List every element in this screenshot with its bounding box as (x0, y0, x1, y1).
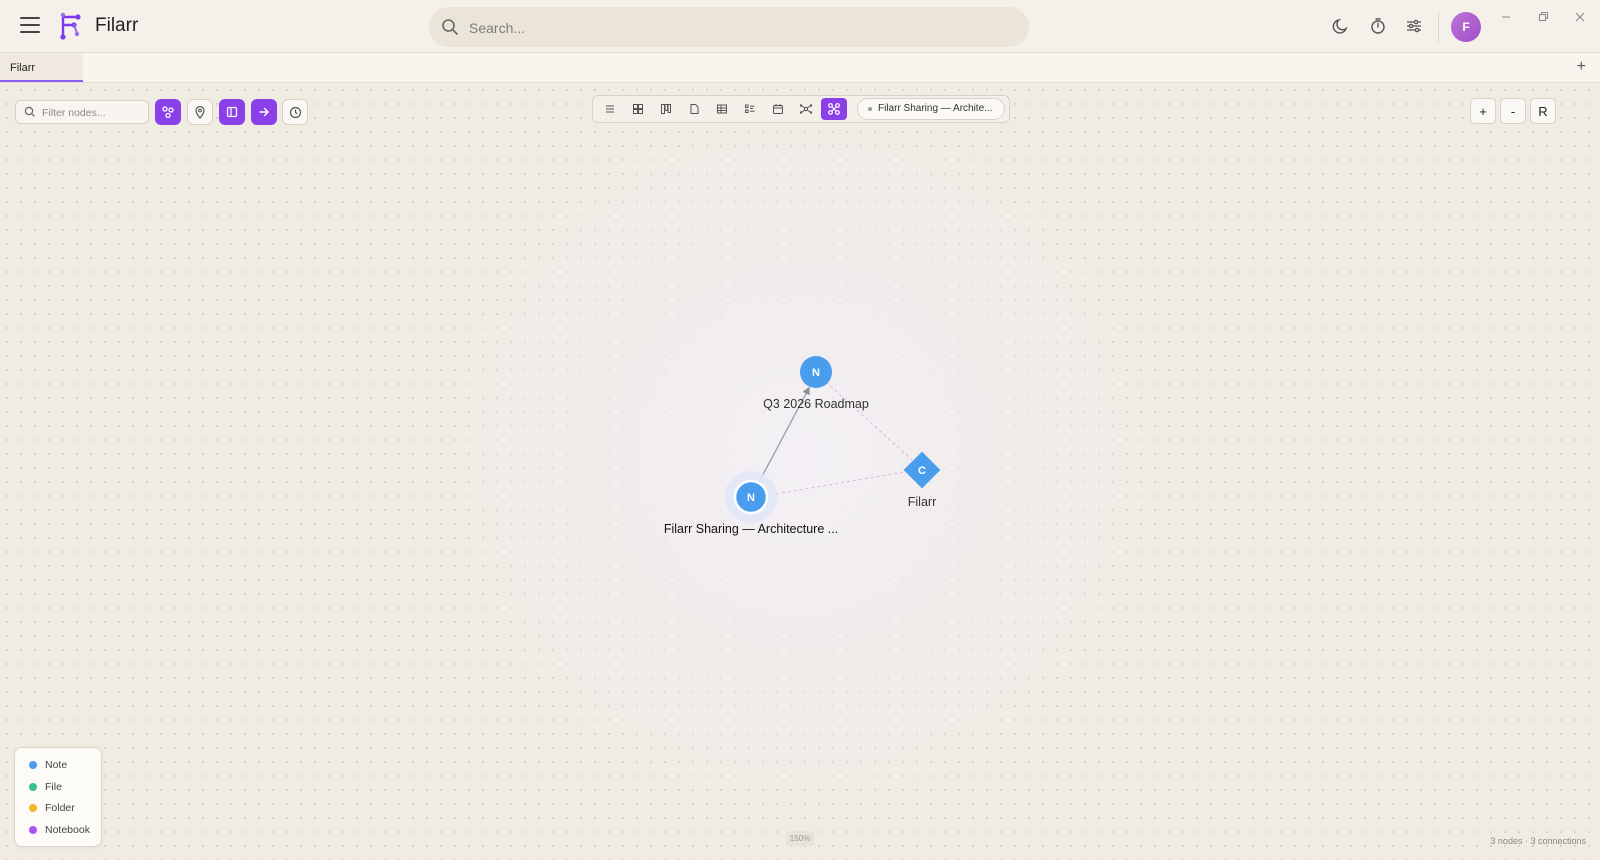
title-bar: Filarr F (0, 0, 1600, 53)
legend-label: Note (45, 759, 68, 771)
app-title: Filarr (95, 15, 139, 36)
document-icon (690, 104, 699, 114)
menu-icon[interactable] (20, 17, 40, 35)
search-icon (24, 106, 35, 117)
node-label-roadmap[interactable]: Q3 2026 Roadmap (763, 397, 869, 411)
legend-dot-icon (29, 825, 37, 834)
view-checklist-button[interactable] (739, 99, 761, 119)
zoom-in-button[interactable]: + (1470, 98, 1496, 124)
graph-stats: 3 nodes · 3 connections (1490, 836, 1586, 846)
legend-dot-icon (29, 761, 37, 769)
zoom-level-indicator: 150% (786, 831, 814, 846)
table-icon (717, 104, 727, 114)
timer-icon[interactable] (1369, 17, 1389, 37)
view-mindmap-button[interactable] (795, 99, 817, 119)
restore-icon[interactable] (1536, 10, 1556, 26)
location-pin-button[interactable] (187, 99, 213, 125)
legend-label: File (45, 780, 62, 793)
legend-dot-icon (29, 782, 37, 791)
legend-dot-icon (29, 804, 37, 812)
search-input[interactable] (467, 7, 1011, 49)
sidebar-panel-icon (226, 106, 238, 118)
user-avatar[interactable]: F (1451, 12, 1481, 42)
toolbar-divider (1438, 12, 1439, 42)
node-type-legend: Note File Folder Notebook (14, 747, 102, 847)
view-table-button[interactable] (711, 99, 733, 119)
legend-label: Folder (45, 802, 75, 814)
breadcrumb-label: Filarr Sharing — Archite... (878, 103, 993, 114)
legend-label: Notebook (45, 823, 90, 836)
view-graph-button[interactable] (821, 98, 847, 120)
filter-nodes-input[interactable] (40, 101, 144, 125)
tab-strip: Filarr + (0, 53, 1600, 83)
settings-sliders-icon[interactable] (1405, 17, 1425, 37)
mindmap-icon (799, 104, 813, 114)
arrow-right-icon (259, 107, 269, 117)
graph-network-icon (828, 103, 840, 115)
node-label-filarr[interactable]: Filarr (908, 495, 936, 509)
breadcrumb[interactable]: Filarr Sharing — Archite... (857, 98, 1005, 120)
filarr-logo-icon (58, 12, 84, 45)
kanban-icon (661, 104, 671, 114)
dark-mode-moon-icon[interactable] (1332, 17, 1352, 37)
grid-icon (633, 104, 643, 114)
view-switcher: Filarr Sharing — Archite... (592, 95, 1010, 123)
node-label-architecture[interactable]: Filarr Sharing — Architecture ... (664, 522, 838, 536)
view-kanban-button[interactable] (655, 99, 677, 119)
legend-item-notebook: Notebook (27, 823, 101, 845)
view-grid-button[interactable] (627, 99, 649, 119)
view-list-button[interactable] (599, 99, 621, 119)
history-button[interactable] (282, 99, 308, 125)
add-tab-plus-icon[interactable]: + (1577, 58, 1586, 76)
tab-filarr[interactable]: Filarr (0, 53, 83, 82)
reset-view-button[interactable]: R (1530, 98, 1556, 124)
filter-nodes (15, 100, 149, 125)
minimize-icon[interactable] (1499, 10, 1519, 26)
global-search (429, 7, 1029, 49)
graph-layout-button[interactable] (155, 99, 181, 125)
legend-item-file: File (27, 780, 101, 802)
zoom-out-button[interactable]: - (1500, 98, 1526, 124)
legend-item-note: Note (27, 758, 101, 780)
view-calendar-button[interactable] (767, 99, 789, 119)
graph-nodes-icon (162, 106, 174, 119)
legend-item-folder: Folder (27, 801, 101, 823)
search-icon (442, 19, 458, 35)
breadcrumb-dot-icon (868, 107, 872, 111)
panel-toggle-button[interactable] (219, 99, 245, 125)
close-icon[interactable] (1573, 10, 1593, 26)
checklist-icon (745, 104, 755, 113)
view-document-button[interactable] (683, 99, 705, 119)
graph-canvas[interactable] (0, 83, 1600, 860)
arrow-mode-button[interactable] (251, 99, 277, 125)
map-pin-icon (195, 105, 205, 119)
calendar-icon (773, 104, 783, 114)
clock-icon (289, 106, 301, 118)
list-icon (606, 105, 614, 113)
